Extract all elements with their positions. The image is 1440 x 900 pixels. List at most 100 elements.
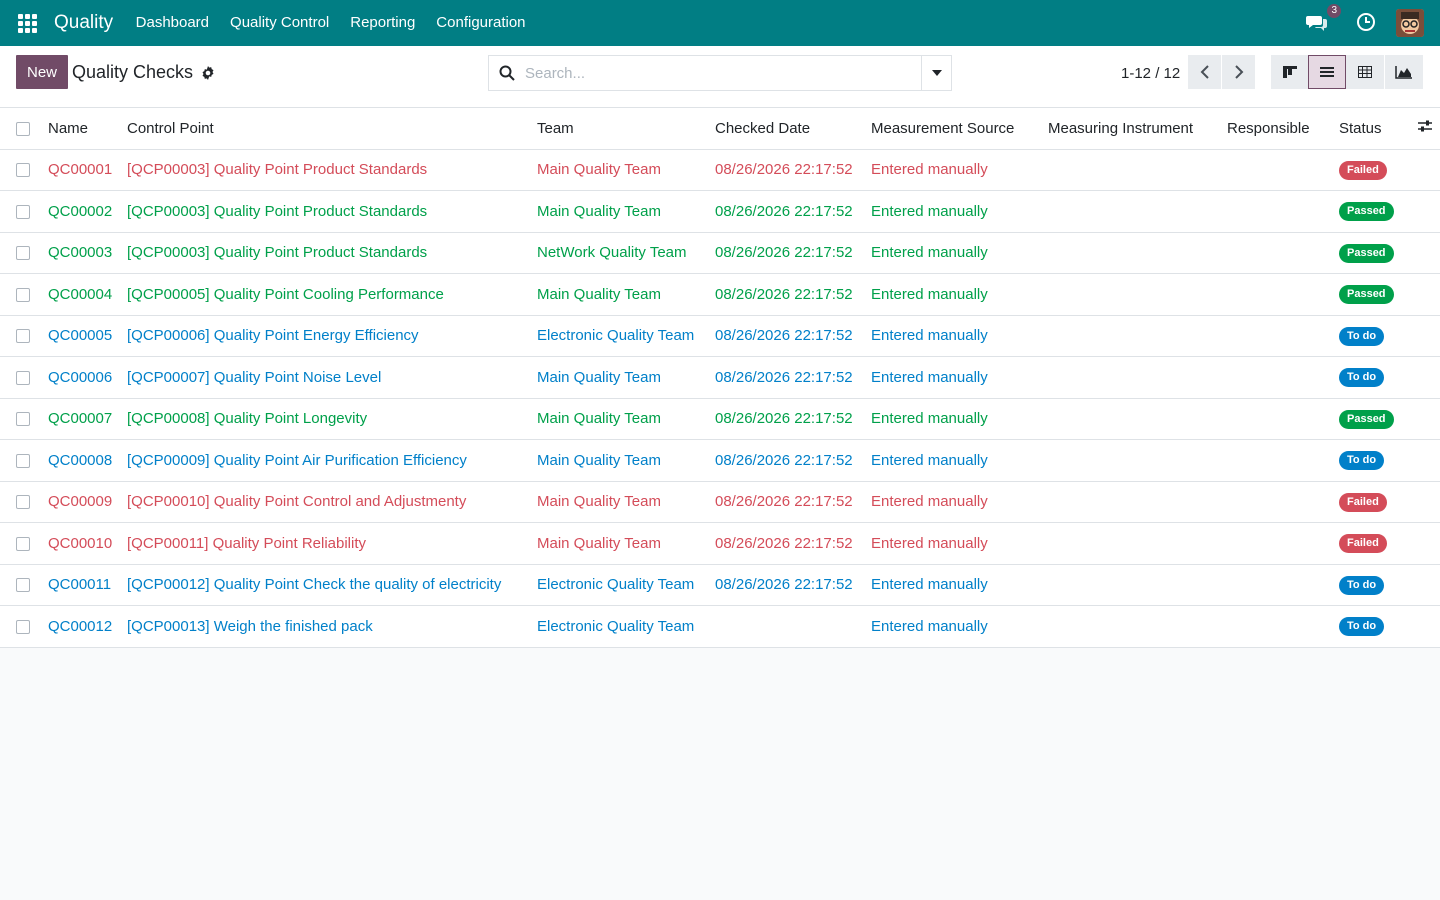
pager-next-button[interactable] [1222,55,1255,89]
row-name[interactable]: QC00009 [44,481,123,523]
row-checked-date[interactable]: 08/26/2026 22:17:52 [711,564,867,606]
row-measurement-source[interactable]: Entered manually [867,564,1044,606]
row-measurement-source[interactable]: Entered manually [867,274,1044,316]
table-row[interactable]: QC00012 [QCP00013] Weigh the finished pac… [0,606,1440,648]
table-row[interactable]: QC00003 [QCP00003] Quality Point Product … [0,232,1440,274]
row-responsible[interactable] [1223,232,1335,274]
row-measurement-source[interactable]: Entered manually [867,523,1044,565]
header-measuring-instrument[interactable]: Measuring Instrument [1044,108,1223,150]
row-team[interactable]: NetWork Quality Team [533,232,711,274]
row-checkbox[interactable] [16,536,30,551]
row-team[interactable]: Main Quality Team [533,149,711,191]
header-checked-date[interactable]: Checked Date [711,108,867,150]
row-responsible[interactable] [1223,315,1335,357]
row-team[interactable]: Main Quality Team [533,440,711,482]
row-responsible[interactable] [1223,149,1335,191]
row-measuring-instrument[interactable] [1044,191,1223,233]
row-checked-date[interactable]: 08/26/2026 22:17:52 [711,398,867,440]
menu-quality-control[interactable]: Quality Control [220,0,340,46]
table-row[interactable]: QC00002 [QCP00003] Quality Point Product … [0,191,1440,233]
table-row[interactable]: QC00006 [QCP00007] Quality Point Noise Le… [0,357,1440,399]
row-responsible[interactable] [1223,274,1335,316]
row-control-point[interactable]: [QCP00011] Quality Point Reliability [123,523,533,565]
row-name[interactable]: QC00010 [44,523,123,565]
row-name[interactable]: QC00001 [44,149,123,191]
kanban-view-button[interactable] [1271,55,1309,89]
graph-view-button[interactable] [1385,55,1423,89]
pivot-view-button[interactable] [1346,55,1384,89]
row-checked-date[interactable]: 08/26/2026 22:17:52 [711,274,867,316]
clock-icon[interactable] [1356,12,1378,34]
row-checked-date[interactable]: 08/26/2026 22:17:52 [711,232,867,274]
row-checkbox[interactable] [16,329,30,344]
row-responsible[interactable] [1223,357,1335,399]
table-row[interactable]: QC00005 [QCP00006] Quality Point Energy E… [0,315,1440,357]
gear-icon[interactable] [200,65,216,81]
table-row[interactable]: QC00011 [QCP00012] Quality Point Check th… [0,564,1440,606]
row-name[interactable]: QC00004 [44,274,123,316]
row-measuring-instrument[interactable] [1044,398,1223,440]
app-name[interactable]: Quality [54,12,113,34]
table-row[interactable]: QC00010 [QCP00011] Quality Point Reliabil… [0,523,1440,565]
row-team[interactable]: Main Quality Team [533,523,711,565]
menu-dashboard[interactable]: Dashboard [125,0,219,46]
row-measurement-source[interactable]: Entered manually [867,606,1044,648]
pager-value[interactable]: 1-12 / 12 [1121,65,1180,82]
row-checkbox[interactable] [16,495,30,510]
header-responsible[interactable]: Responsible [1223,108,1335,150]
menu-configuration[interactable]: Configuration [426,0,536,46]
row-control-point[interactable]: [QCP00003] Quality Point Product Standar… [123,191,533,233]
select-all-checkbox[interactable] [16,121,30,136]
row-responsible[interactable] [1223,606,1335,648]
row-control-point[interactable]: [QCP00005] Quality Point Cooling Perform… [123,274,533,316]
pager-previous-button[interactable] [1188,55,1221,89]
row-control-point[interactable]: [QCP00010] Quality Point Control and Adj… [123,481,533,523]
row-responsible[interactable] [1223,564,1335,606]
table-row[interactable]: QC00009 [QCP00010] Quality Point Control … [0,481,1440,523]
header-control-point[interactable]: Control Point [123,108,533,150]
row-checked-date[interactable]: 08/26/2026 22:17:52 [711,523,867,565]
row-control-point[interactable]: [QCP00009] Quality Point Air Purificatio… [123,440,533,482]
row-measurement-source[interactable]: Entered manually [867,315,1044,357]
header-status[interactable]: Status [1335,108,1413,150]
row-measuring-instrument[interactable] [1044,564,1223,606]
header-name[interactable]: Name [44,108,123,150]
row-checked-date[interactable]: 08/26/2026 22:17:52 [711,149,867,191]
row-team[interactable]: Main Quality Team [533,357,711,399]
row-team[interactable]: Main Quality Team [533,274,711,316]
row-team[interactable]: Main Quality Team [533,398,711,440]
table-row[interactable]: QC00004 [QCP00005] Quality Point Cooling … [0,274,1440,316]
row-checkbox[interactable] [16,163,30,178]
row-name[interactable]: QC00012 [44,606,123,648]
row-control-point[interactable]: [QCP00007] Quality Point Noise Level [123,357,533,399]
row-control-point[interactable]: [QCP00003] Quality Point Product Standar… [123,149,533,191]
chat-icon[interactable]: 3 [1306,4,1341,35]
row-checkbox[interactable] [16,370,30,385]
row-checked-date[interactable]: 08/26/2026 22:17:52 [711,315,867,357]
table-row[interactable]: QC00007 [QCP00008] Quality Point Longevit… [0,398,1440,440]
row-name[interactable]: QC00005 [44,315,123,357]
row-checkbox[interactable] [16,412,30,427]
avatar[interactable] [1396,9,1424,37]
row-measurement-source[interactable]: Entered manually [867,149,1044,191]
row-measuring-instrument[interactable] [1044,606,1223,648]
search-input[interactable] [525,64,921,82]
menu-reporting[interactable]: Reporting [340,0,426,46]
row-name[interactable]: QC00008 [44,440,123,482]
row-responsible[interactable] [1223,440,1335,482]
row-name[interactable]: QC00011 [44,564,123,606]
row-measuring-instrument[interactable] [1044,315,1223,357]
row-name[interactable]: QC00006 [44,357,123,399]
row-measuring-instrument[interactable] [1044,523,1223,565]
row-checkbox[interactable] [16,619,30,634]
row-checkbox[interactable] [16,453,30,468]
row-measurement-source[interactable]: Entered manually [867,232,1044,274]
row-checkbox[interactable] [16,204,30,219]
row-checkbox[interactable] [16,246,30,261]
row-name[interactable]: QC00003 [44,232,123,274]
table-row[interactable]: QC00001 [QCP00003] Quality Point Product … [0,149,1440,191]
row-name[interactable]: QC00002 [44,191,123,233]
optional-columns-icon[interactable] [1413,108,1440,150]
row-checked-date[interactable]: 08/26/2026 22:17:52 [711,440,867,482]
row-measuring-instrument[interactable] [1044,232,1223,274]
